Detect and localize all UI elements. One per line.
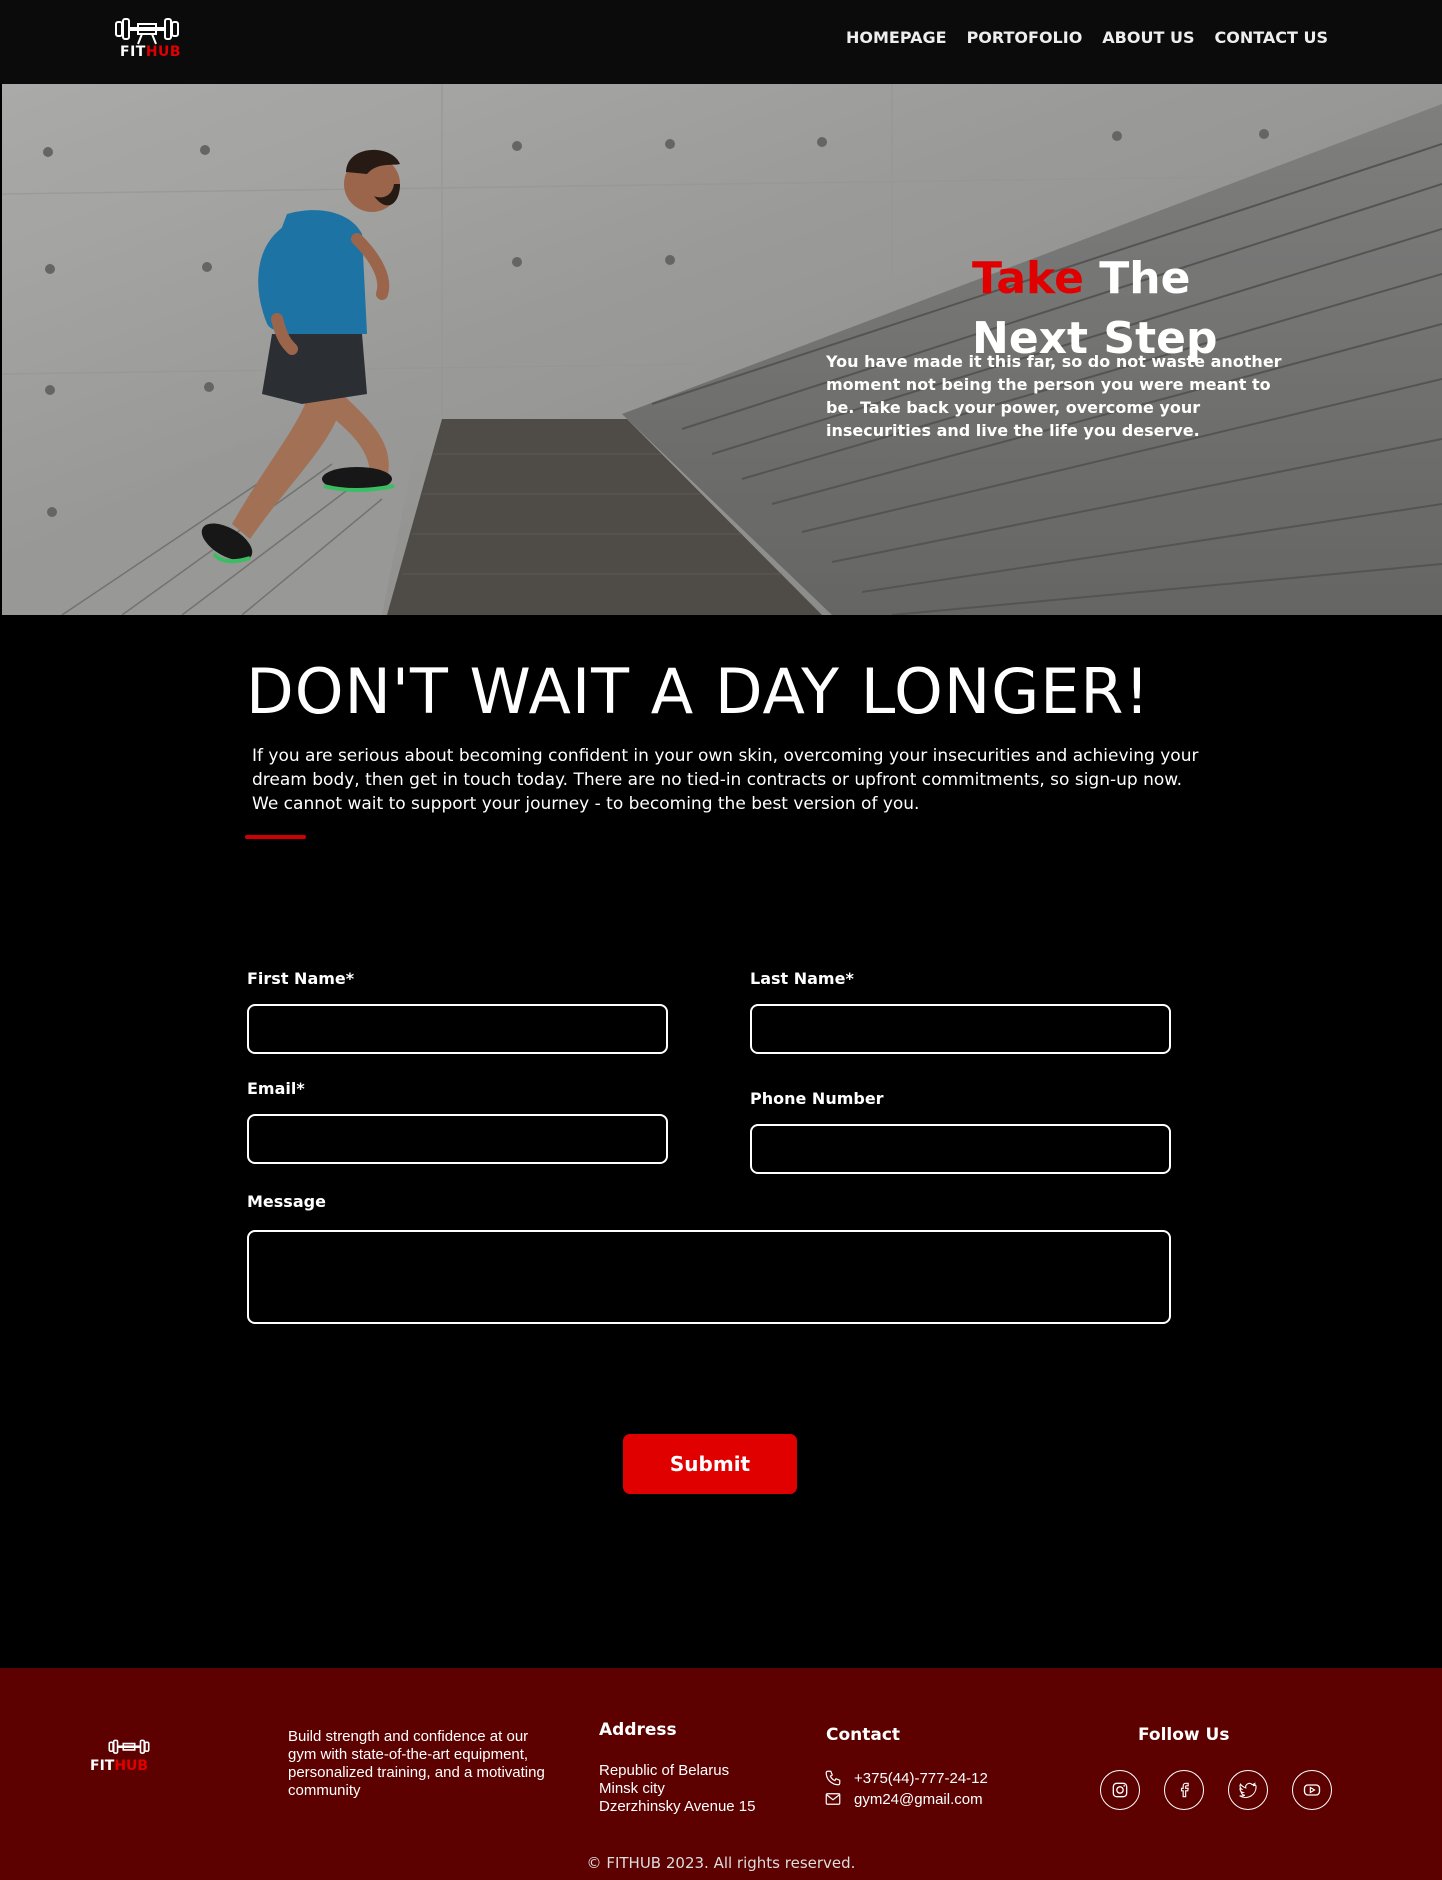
accent-divider bbox=[245, 835, 306, 839]
twitter-icon[interactable] bbox=[1228, 1770, 1268, 1810]
submit-button[interactable]: Submit bbox=[623, 1434, 797, 1494]
mail-icon bbox=[825, 1793, 841, 1805]
phone-contact[interactable]: +375(44)-777-24-12 bbox=[824, 1769, 988, 1787]
phone-number: +375(44)-777-24-12 bbox=[854, 1769, 988, 1787]
youtube-icon[interactable] bbox=[1292, 1770, 1332, 1810]
hero-description: You have made it this far, so do not was… bbox=[826, 352, 1282, 440]
facebook-icon[interactable] bbox=[1164, 1770, 1204, 1810]
page-title: DON'T WAIT A DAY LONGER! bbox=[246, 655, 1151, 728]
logo-text: FITHUB bbox=[120, 44, 182, 60]
email-label: Email* bbox=[247, 1079, 305, 1098]
social-links bbox=[1100, 1770, 1332, 1810]
address-heading: Address bbox=[599, 1720, 677, 1740]
intro-paragraph: If you are serious about becoming confid… bbox=[252, 746, 1199, 814]
fithub-logo[interactable]: FITHUB bbox=[114, 16, 182, 64]
dumbbell-fist-icon bbox=[108, 1739, 150, 1754]
dumbbell-fist-icon bbox=[115, 18, 179, 45]
follow-us-heading: Follow Us bbox=[1138, 1725, 1230, 1745]
copyright-icon: © bbox=[586, 1854, 602, 1872]
address-block: Republic of Belarus Minsk city Dzerzhins… bbox=[599, 1762, 755, 1816]
address-line: Minsk city bbox=[599, 1780, 665, 1797]
copyright-label: FITHUB 2023. All rights reserved. bbox=[606, 1854, 856, 1872]
hero-banner: Take The Next Step You have made it this… bbox=[2, 84, 1442, 615]
contact-heading: Contact bbox=[826, 1725, 901, 1745]
address-line: Republic of Belarus bbox=[599, 1762, 730, 1779]
nav-link-about-us[interactable]: ABOUT US bbox=[1102, 28, 1194, 47]
nav-links: HOMEPAGE PORTOFOLIO ABOUT US CONTACT US bbox=[846, 28, 1328, 47]
phone-icon bbox=[825, 1770, 841, 1786]
nav-link-portofolio[interactable]: PORTOFOLIO bbox=[967, 28, 1083, 47]
nav-link-contact-us[interactable]: CONTACT US bbox=[1214, 28, 1328, 47]
copyright-text: © FITHUB 2023. All rights reserved. bbox=[0, 1854, 1442, 1872]
last-name-label: Last Name* bbox=[750, 969, 854, 988]
footer-logo-text: FITHUB bbox=[90, 1758, 149, 1774]
nav-link-homepage[interactable]: HOMEPAGE bbox=[846, 28, 947, 47]
first-name-field[interactable] bbox=[247, 1004, 668, 1054]
message-label: Message bbox=[247, 1192, 326, 1211]
email-contact[interactable]: gym24@gmail.com bbox=[824, 1790, 983, 1808]
last-name-field[interactable] bbox=[750, 1004, 1171, 1054]
footer-logo[interactable]: FITHUB bbox=[88, 1738, 150, 1778]
address-line: Dzerzhinsky Avenue 15 bbox=[599, 1798, 756, 1815]
email-address: gym24@gmail.com bbox=[854, 1790, 983, 1808]
first-name-label: First Name* bbox=[247, 969, 355, 988]
email-field[interactable] bbox=[247, 1114, 668, 1164]
hero-title-highlight: Take bbox=[972, 253, 1084, 304]
phone-label: Phone Number bbox=[750, 1089, 884, 1108]
top-navbar: FITHUB HOMEPAGE PORTOFOLIO ABOUT US CONT… bbox=[0, 0, 1442, 84]
phone-field[interactable] bbox=[750, 1124, 1171, 1174]
message-field[interactable] bbox=[247, 1230, 1171, 1324]
instagram-icon[interactable] bbox=[1100, 1770, 1140, 1810]
footer: FITHUB Build strength and confidence at … bbox=[0, 1668, 1442, 1880]
footer-description: Build strength and confidence at our gym… bbox=[288, 1728, 545, 1799]
